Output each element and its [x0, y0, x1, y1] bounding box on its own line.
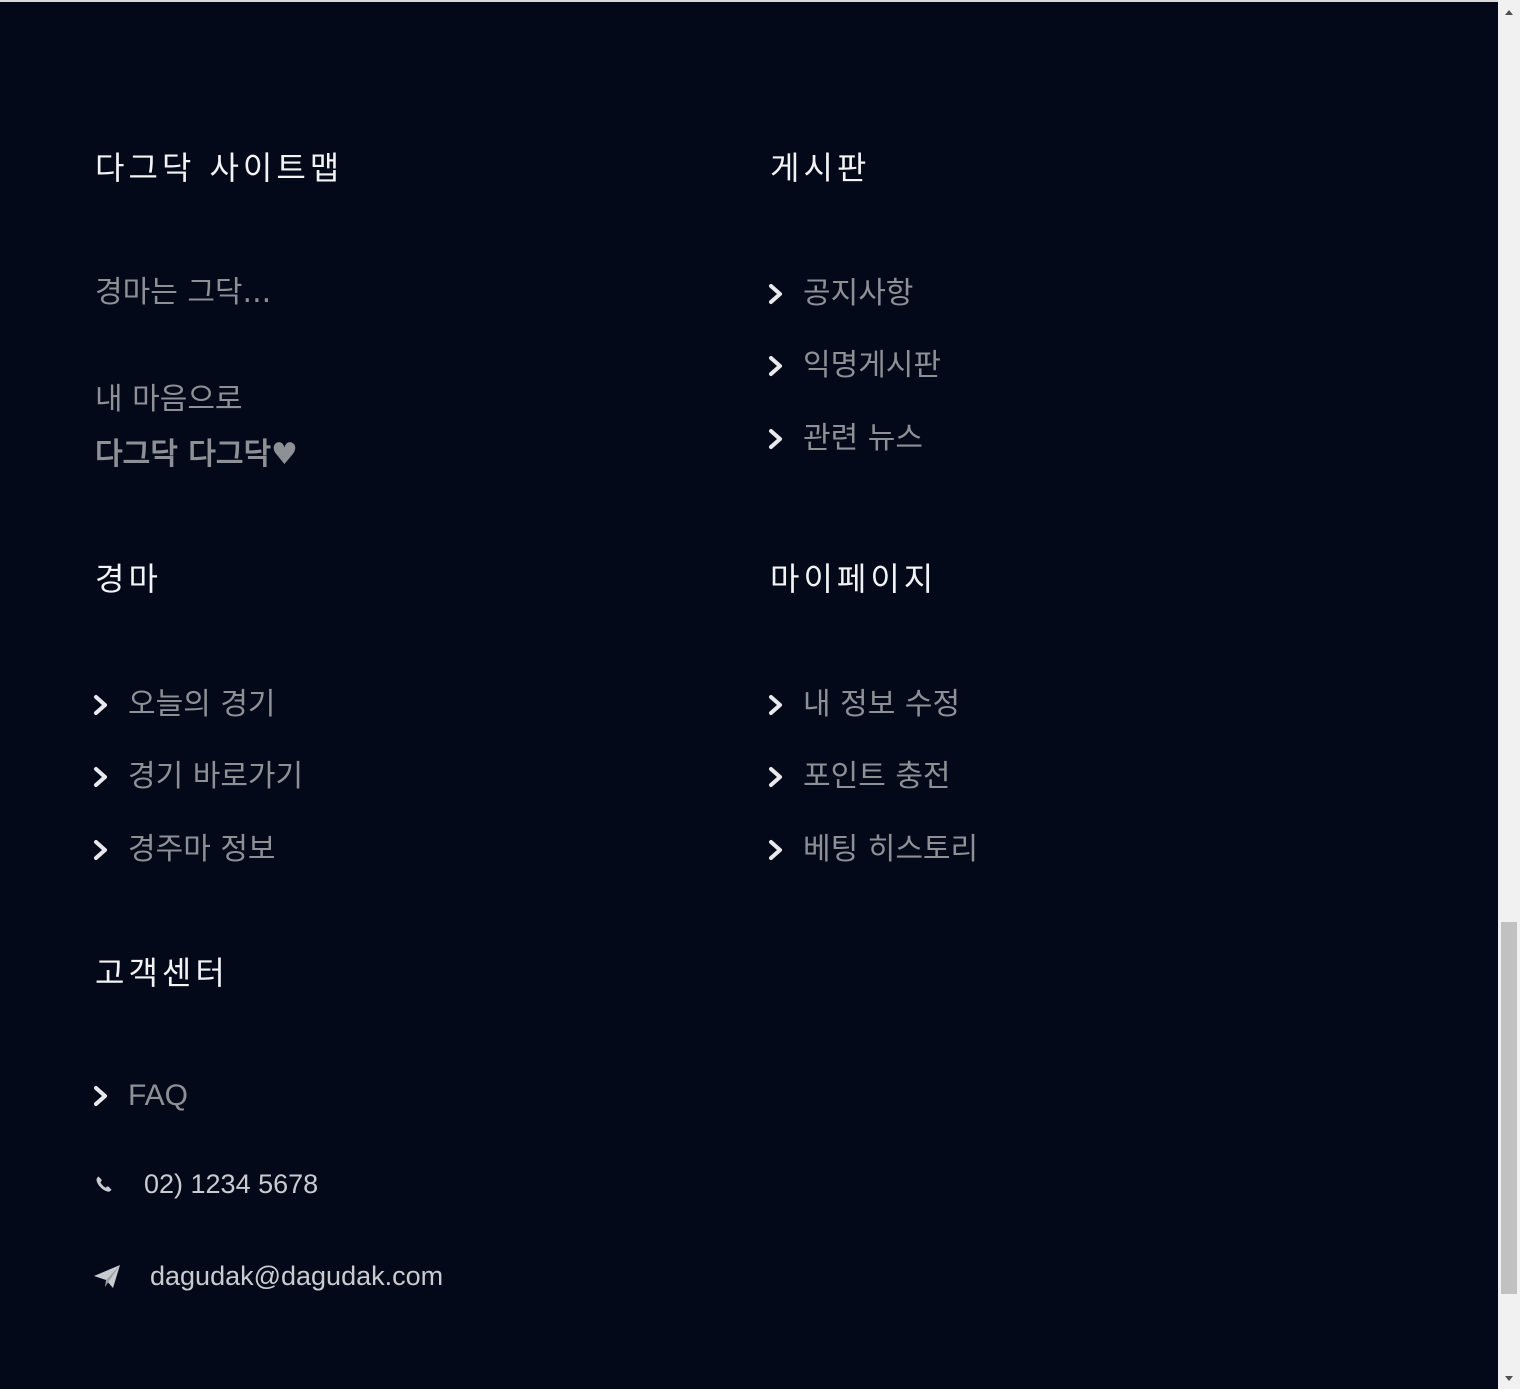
sitemap-tagline: 경마는 그닥... — [95, 275, 272, 310]
vertical-scrollbar[interactable] — [1498, 0, 1520, 1389]
chevron-right-icon — [93, 685, 115, 725]
chevron-right-icon — [768, 274, 790, 314]
racing-link-horse-info[interactable]: 경주마 정보 — [93, 830, 276, 870]
mypage-link-charge-points[interactable]: 포인트 충전 — [768, 757, 951, 797]
sitemap-message-line2: 다그닥 다그닥♥ — [95, 437, 298, 472]
paper-plane-icon — [92, 1256, 122, 1296]
board-link-anonymous[interactable]: 익명게시판 — [768, 346, 941, 386]
racing-link-today[interactable]: 오늘의 경기 — [93, 685, 276, 725]
scroll-down-arrow-icon[interactable] — [1498, 1369, 1520, 1389]
contact-email[interactable]: dagudak@dagudak.com — [92, 1256, 443, 1296]
mypage-link-label: 포인트 충전 — [803, 759, 951, 794]
racing-link-label: 경주마 정보 — [128, 832, 276, 867]
email-address: dagudak@dagudak.com — [150, 1261, 444, 1291]
mypage-link-label: 베팅 히스토리 — [803, 832, 979, 867]
mypage-link-edit-profile[interactable]: 내 정보 수정 — [768, 685, 960, 725]
mypage-title: 마이페이지 — [770, 560, 938, 598]
sitemap-message-line1: 내 마음으로 — [95, 382, 243, 417]
contact-phone[interactable]: 02) 1234 5678 — [92, 1164, 318, 1204]
phone-number: 02) 1234 5678 — [144, 1169, 319, 1199]
support-link-faq[interactable]: FAQ — [93, 1076, 188, 1116]
horse-racing-title: 경마 — [95, 560, 162, 598]
board-link-notice[interactable]: 공지사항 — [768, 274, 913, 314]
board-title: 게시판 — [770, 149, 871, 187]
mypage-link-label: 내 정보 수정 — [803, 687, 961, 722]
sitemap-title: 다그닥 사이트맵 — [95, 149, 344, 187]
scroll-up-arrow-icon[interactable] — [1498, 2, 1520, 22]
board-link-label: 익명게시판 — [803, 348, 941, 383]
board-link-news[interactable]: 관련 뉴스 — [768, 419, 923, 459]
chevron-right-icon — [93, 830, 115, 870]
support-title: 고객센터 — [95, 954, 229, 992]
racing-link-label: 오늘의 경기 — [128, 687, 276, 722]
chevron-right-icon — [768, 757, 790, 797]
faq-label: FAQ — [128, 1079, 189, 1112]
board-link-label: 관련 뉴스 — [803, 421, 923, 456]
racing-link-goto[interactable]: 경기 바로가기 — [93, 757, 303, 797]
racing-link-label: 경기 바로가기 — [128, 759, 304, 794]
scrollbar-thumb[interactable] — [1501, 922, 1517, 1294]
chevron-right-icon — [93, 1076, 115, 1116]
mypage-link-betting-history[interactable]: 베팅 히스토리 — [768, 830, 978, 870]
board-link-label: 공지사항 — [803, 276, 914, 311]
chevron-right-icon — [768, 830, 790, 870]
chevron-right-icon — [768, 685, 790, 725]
chevron-right-icon — [768, 419, 790, 459]
phone-icon — [92, 1164, 116, 1204]
chevron-right-icon — [93, 757, 115, 797]
site-footer: 다그닥 사이트맵 경마는 그닥... 내 마음으로 다그닥 다그닥♥ 게시판 공… — [0, 2, 1498, 1389]
chevron-right-icon — [768, 346, 790, 386]
